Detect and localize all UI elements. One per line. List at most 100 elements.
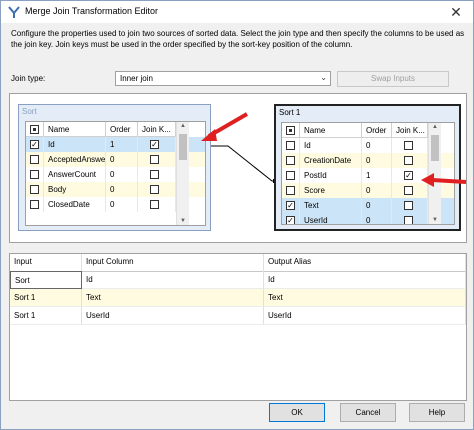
mapping-column-header[interactable]: Input Column: [82, 254, 264, 272]
join-key-cell: [392, 198, 428, 213]
column-checkbox-cell: [26, 152, 44, 167]
left-sort-box[interactable]: Sort Name Order Join K... ✓ Id 1 ✓ AcceptedAnsw…: [18, 104, 211, 231]
column-header[interactable]: Join K...: [392, 123, 428, 138]
left-columns-grid: NameOrderJoin K...✓Id1✓AcceptedAnswerId0…: [25, 121, 206, 226]
column-include-checkbox[interactable]: [286, 141, 295, 150]
column-checkbox-cell: [26, 182, 44, 197]
scroll-up-icon[interactable]: ▲: [177, 123, 189, 129]
scroll-thumb[interactable]: [179, 134, 187, 160]
column-header[interactable]: Order: [106, 122, 138, 137]
select-all-cell: [26, 122, 44, 137]
join-key-checkbox[interactable]: ✓: [404, 171, 413, 180]
column-name: ClosedDate: [44, 197, 106, 212]
mapping-input-cell[interactable]: Sort: [10, 271, 82, 289]
column-include-checkbox[interactable]: [30, 200, 39, 209]
column-name: Id: [44, 137, 106, 152]
column-include-checkbox[interactable]: ✓: [286, 216, 295, 224]
column-order: 0: [106, 167, 138, 182]
mapping-row[interactable]: Sort 1 UserId UserId: [10, 307, 466, 325]
mapping-column-header[interactable]: Output Alias: [264, 254, 466, 272]
column-include-checkbox[interactable]: [286, 186, 295, 195]
column-checkbox-cell: [26, 167, 44, 182]
mapping-output-alias-cell[interactable]: Text: [264, 289, 466, 307]
mapping-input-column-cell[interactable]: Id: [82, 271, 264, 289]
column-checkbox-cell: [282, 153, 300, 168]
right-sort-box[interactable]: Sort 1 Name Order Join K... Id 0 CreationDate…: [274, 104, 461, 231]
join-key-cell: [392, 213, 428, 224]
join-key-checkbox[interactable]: [404, 156, 413, 165]
column-include-checkbox[interactable]: ✓: [286, 201, 295, 210]
scroll-up-icon[interactable]: ▲: [429, 124, 441, 130]
help-button[interactable]: Help: [409, 403, 465, 422]
join-key-checkbox[interactable]: [404, 216, 413, 224]
join-key-cell: [138, 197, 176, 212]
red-arrow-icon-right: [421, 173, 467, 187]
column-order: 0: [362, 213, 392, 224]
column-name: Score: [300, 183, 362, 198]
column-checkbox-cell: ✓: [26, 137, 44, 152]
window-title: Merge Join Transformation Editor: [25, 6, 159, 16]
join-key-cell: [392, 138, 428, 153]
mapping-row[interactable]: Sort 1 Text Text: [10, 289, 466, 307]
column-name: CreationDate: [300, 153, 362, 168]
join-key-checkbox[interactable]: [404, 141, 413, 150]
mapping-input-column-cell[interactable]: Text: [82, 289, 264, 307]
column-checkbox-cell: [282, 183, 300, 198]
join-type-dropdown[interactable]: Inner join ⌄: [115, 71, 331, 86]
column-name: UserId: [300, 213, 362, 224]
scroll-down-icon[interactable]: ▼: [429, 217, 441, 223]
join-type-label: Join type:: [11, 74, 46, 83]
vertical-scrollbar[interactable]: ▲ ▼: [176, 122, 189, 225]
column-checkbox-cell: [282, 168, 300, 183]
column-name: AcceptedAnswerId: [44, 152, 106, 167]
select-all-checkbox[interactable]: [30, 125, 39, 134]
mapping-column-header[interactable]: Input: [10, 254, 82, 272]
column-order: 0: [106, 152, 138, 167]
close-icon[interactable]: ✕: [439, 1, 473, 23]
mapping-row[interactable]: Sort Id Id: [10, 271, 466, 289]
join-key-cell: ✓: [138, 137, 176, 152]
join-key-checkbox[interactable]: [150, 170, 159, 179]
column-name: Body: [44, 182, 106, 197]
join-key-checkbox[interactable]: [150, 155, 159, 164]
column-include-checkbox[interactable]: [286, 171, 295, 180]
mapping-input-column-cell[interactable]: UserId: [82, 307, 264, 325]
column-checkbox-cell: ✓: [282, 213, 300, 224]
cancel-button[interactable]: Cancel: [340, 403, 396, 422]
join-key-checkbox[interactable]: ✓: [150, 140, 159, 149]
swap-inputs-button[interactable]: Swap Inputs: [337, 71, 449, 87]
merge-join-icon: [8, 6, 20, 18]
column-header[interactable]: Join K...: [138, 122, 176, 137]
mapping-input-cell[interactable]: Sort 1: [10, 289, 82, 307]
mapping-output-alias-cell[interactable]: Id: [264, 271, 466, 289]
column-header[interactable]: Name: [44, 122, 106, 137]
join-key-checkbox[interactable]: [404, 201, 413, 210]
join-key-cell: [138, 182, 176, 197]
column-include-checkbox[interactable]: [30, 185, 39, 194]
select-all-indicator: [289, 129, 292, 132]
select-all-indicator: [33, 128, 36, 131]
join-key-checkbox[interactable]: [150, 200, 159, 209]
column-header[interactable]: Name: [300, 123, 362, 138]
column-order: 0: [362, 138, 392, 153]
column-order: 0: [106, 197, 138, 212]
join-key-checkbox[interactable]: [150, 185, 159, 194]
select-all-checkbox[interactable]: [286, 126, 295, 135]
scroll-thumb[interactable]: [431, 135, 439, 161]
description-text: Configure the properties used to join tw…: [11, 29, 465, 49]
mapping-header-row: Input Input Column Output Alias: [10, 254, 466, 272]
column-include-checkbox[interactable]: [286, 156, 295, 165]
column-name: Id: [300, 138, 362, 153]
column-include-checkbox[interactable]: [30, 155, 39, 164]
column-order: 0: [362, 153, 392, 168]
join-key-checkbox[interactable]: [404, 186, 413, 195]
column-checkbox-cell: ✓: [282, 198, 300, 213]
column-include-checkbox[interactable]: [30, 170, 39, 179]
join-key-cell: [138, 152, 176, 167]
column-include-checkbox[interactable]: ✓: [30, 140, 39, 149]
mapping-input-cell[interactable]: Sort 1: [10, 307, 82, 325]
mapping-output-alias-cell[interactable]: UserId: [264, 307, 466, 325]
ok-button[interactable]: OK: [269, 403, 325, 422]
column-header[interactable]: Order: [362, 123, 392, 138]
scroll-down-icon[interactable]: ▼: [177, 218, 189, 224]
